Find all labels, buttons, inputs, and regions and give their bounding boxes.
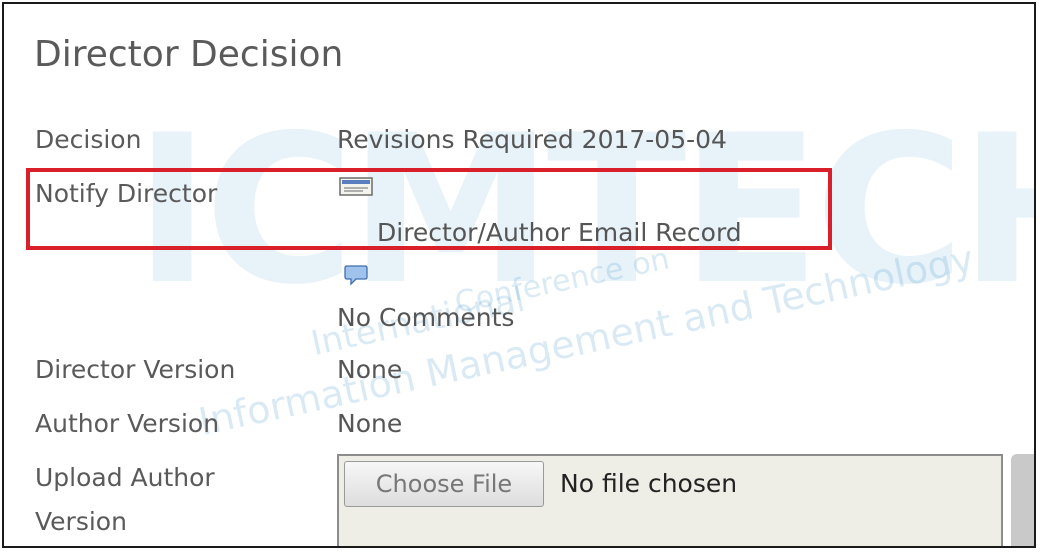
watermark-line-info-mgmt: Information Management and Technology: [194, 236, 978, 444]
upload-button[interactable]: [1011, 454, 1034, 546]
author-version-value: None: [337, 409, 403, 438]
author-version-label: Author Version: [35, 409, 220, 438]
decision-value: Revisions Required 2017-05-04: [337, 125, 727, 154]
choose-file-button[interactable]: Choose File: [344, 461, 544, 507]
upload-author-version-label-2: Version: [35, 507, 127, 536]
section-title: Director Decision: [34, 34, 344, 75]
director-version-value: None: [337, 355, 403, 384]
highlight-box: [26, 168, 832, 250]
decision-label: Decision: [35, 125, 142, 154]
file-status-text: No file chosen: [560, 469, 738, 498]
director-decision-panel: ICMTECH Conference on International Info…: [2, 2, 1036, 548]
comments-value[interactable]: No Comments: [337, 298, 514, 338]
director-version-label: Director Version: [35, 355, 236, 384]
upload-author-version-label: Upload Author: [35, 463, 215, 492]
comment-icon[interactable]: [344, 263, 368, 287]
